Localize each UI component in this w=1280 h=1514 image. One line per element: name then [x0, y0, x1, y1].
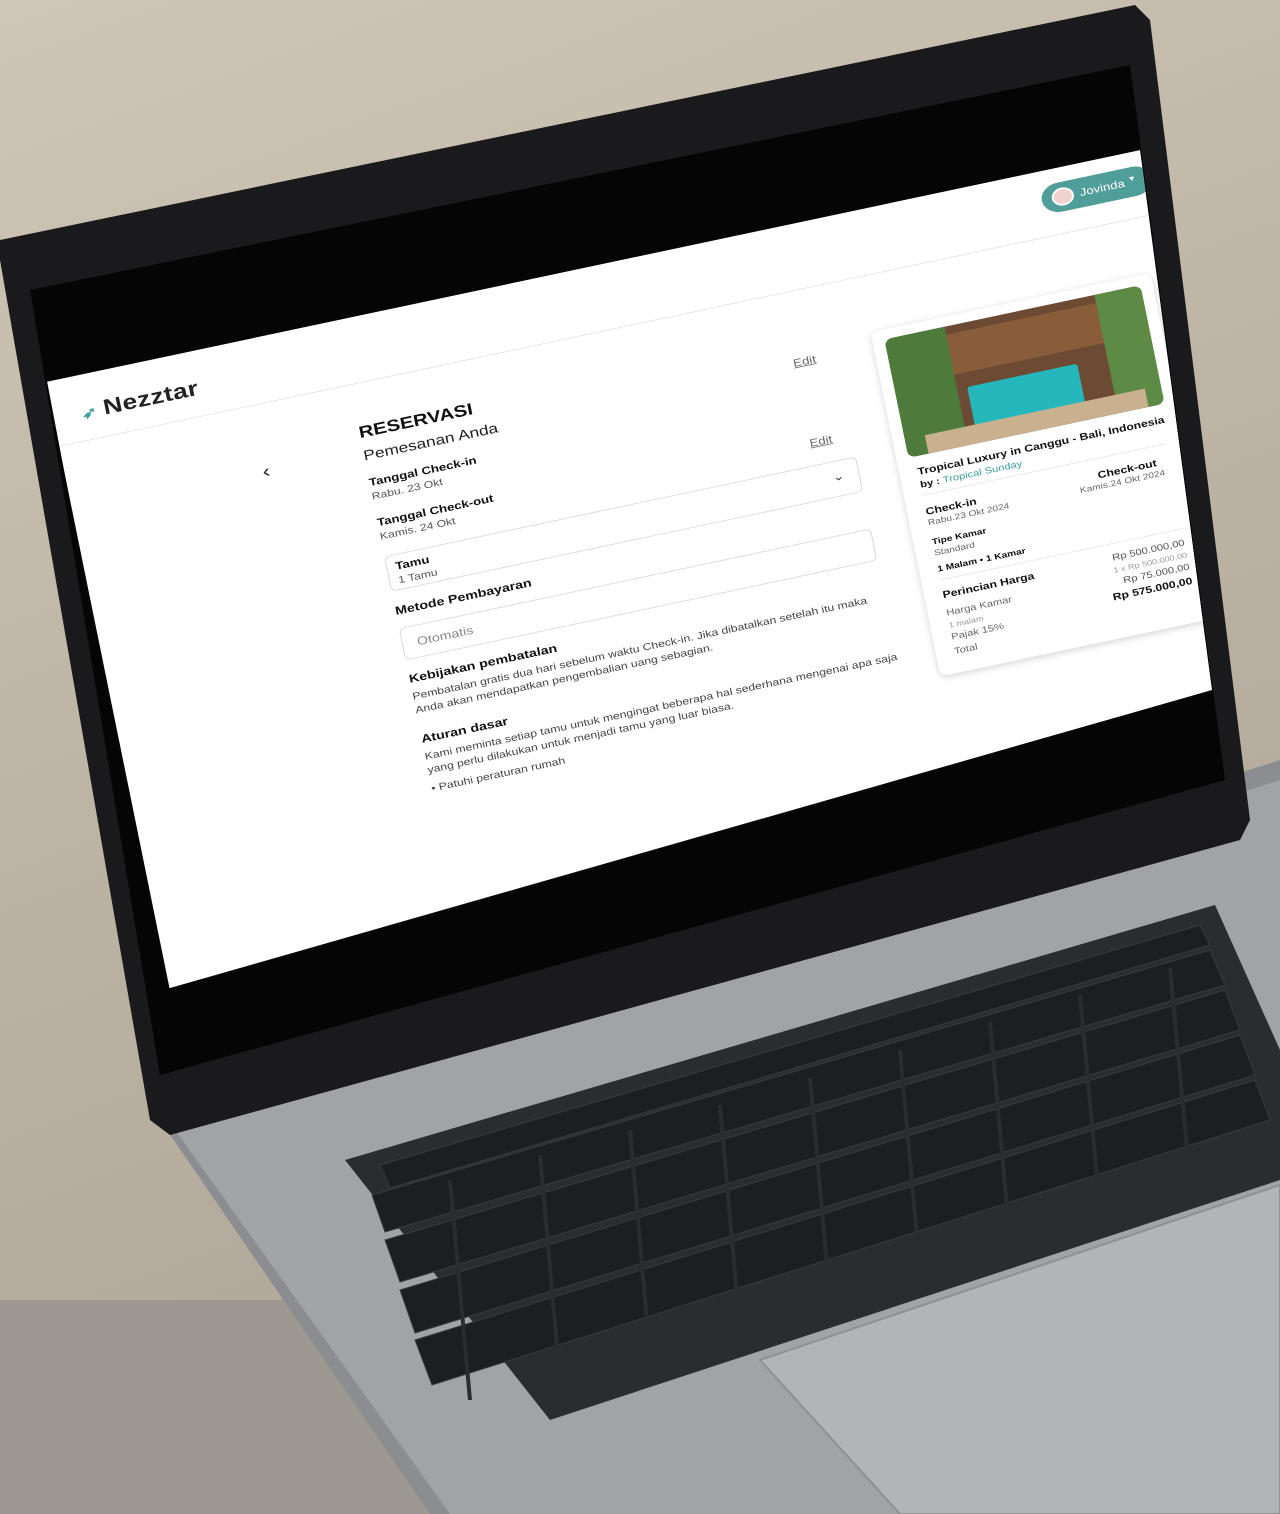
bird-logo-icon: ➶	[80, 403, 99, 423]
chevron-left-icon[interactable]: ‹	[260, 460, 272, 482]
payment-method-value: Otomatis	[415, 623, 475, 648]
avatar	[1050, 185, 1076, 208]
user-name: Jovinda	[1078, 176, 1126, 199]
rules-text: Kami meminta setiap tamu untuk mengingat…	[423, 650, 899, 776]
caret-down-icon: ▾	[1128, 173, 1136, 184]
user-menu-button[interactable]: Jovinda ▾	[1038, 163, 1155, 216]
chevron-down-icon: ⌄	[831, 468, 846, 484]
total-label: Total	[953, 642, 979, 657]
price-breakdown-title: Perincian Harga	[941, 570, 1036, 601]
brand-name: Nezztar	[100, 375, 201, 420]
brand-logo[interactable]: ➶Nezztar	[79, 375, 201, 425]
edit-checkin-link[interactable]: Edit	[792, 353, 817, 370]
edit-checkout-link[interactable]: Edit	[808, 433, 833, 450]
